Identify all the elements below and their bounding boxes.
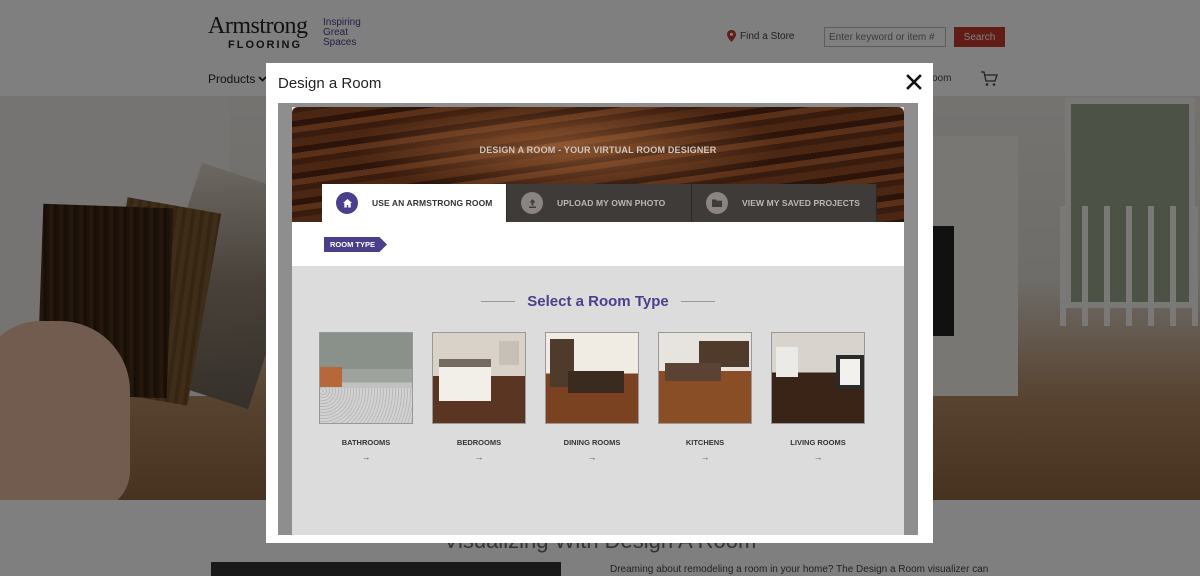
kitchen-thumbnail[interactable] (658, 332, 752, 424)
room-type-list: BATHROOMS → BEDROOMS → DINING ROOMS → KI… (319, 332, 865, 462)
room-label: BATHROOMS (341, 438, 391, 447)
room-option-bathrooms[interactable]: BATHROOMS → (319, 332, 413, 462)
banner-title: DESIGN A ROOM - YOUR VIRTUAL ROOM DESIGN… (479, 145, 717, 155)
room-label: DINING ROOMS (563, 438, 621, 447)
tab-label: USE AN ARMSTRONG ROOM (372, 198, 493, 208)
bedroom-thumbnail[interactable] (432, 332, 526, 424)
arrow-right-icon[interactable]: → (319, 452, 413, 462)
tab-label: VIEW MY SAVED PROJECTS (742, 198, 861, 208)
home-icon (336, 192, 358, 214)
bathroom-thumbnail[interactable] (319, 332, 413, 424)
step-tag-room-type[interactable]: ROOM TYPE (324, 237, 388, 252)
arrow-right-icon[interactable]: → (545, 452, 639, 462)
tab-saved-projects[interactable]: VIEW MY SAVED PROJECTS (692, 184, 877, 222)
tab-upload-photo[interactable]: UPLOAD MY OWN PHOTO (507, 184, 692, 222)
room-label: BEDROOMS (456, 438, 502, 447)
room-label: KITCHENS (685, 438, 725, 447)
tab-use-armstrong-room[interactable]: USE AN ARMSTRONG ROOM (322, 184, 507, 222)
living-room-thumbnail[interactable] (771, 332, 865, 424)
arrow-right-icon[interactable]: → (658, 452, 752, 462)
designer-frame: DESIGN A ROOM - YOUR VIRTUAL ROOM DESIGN… (278, 103, 918, 535)
arrow-right-icon[interactable]: → (771, 452, 865, 462)
designer-tabs: USE AN ARMSTRONG ROOM UPLOAD MY OWN PHOT… (322, 184, 877, 222)
close-icon[interactable] (904, 72, 924, 92)
dining-room-thumbnail[interactable] (545, 332, 639, 424)
heading-rule (481, 301, 516, 302)
upload-icon (521, 192, 543, 214)
folder-icon (706, 192, 728, 214)
room-type-heading: Select a Room Type (292, 293, 904, 310)
room-option-kitchens[interactable]: KITCHENS → (658, 332, 752, 462)
heading-text: Select a Room Type (527, 293, 669, 310)
room-label: LIVING ROOMS (790, 438, 846, 447)
designer-content: DESIGN A ROOM - YOUR VIRTUAL ROOM DESIGN… (292, 107, 904, 535)
modal-title: Design a Room (278, 75, 382, 92)
room-option-dining-rooms[interactable]: DINING ROOMS → (545, 332, 639, 462)
design-a-room-modal: Design a Room DESIGN A ROOM - YOUR VIRTU… (266, 63, 933, 543)
arrow-right-icon[interactable]: → (432, 452, 526, 462)
tab-label: UPLOAD MY OWN PHOTO (557, 198, 666, 208)
room-option-bedrooms[interactable]: BEDROOMS → (432, 332, 526, 462)
heading-rule (680, 301, 715, 302)
room-option-living-rooms[interactable]: LIVING ROOMS → (771, 332, 865, 462)
